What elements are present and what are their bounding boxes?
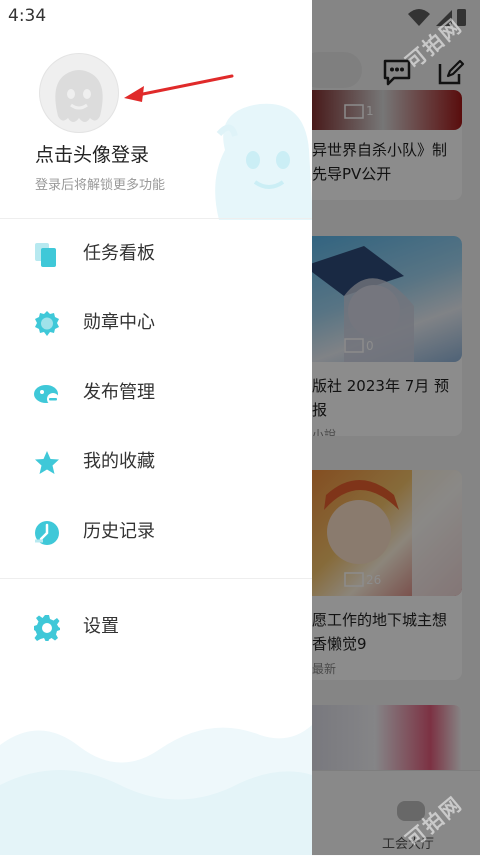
annotation-arrow-icon [124,74,234,102]
medal-icon [35,311,59,336]
menu-item-task-board[interactable]: 任务看板 [0,224,312,284]
menu-item-label: 勋章中心 [83,312,155,333]
star-icon [35,451,59,474]
menu-item-settings[interactable]: 设置 [0,597,312,657]
task-board-icon [35,243,56,267]
publish-icon [34,385,59,405]
menu-item-medal-center[interactable]: 勋章中心 [0,293,312,353]
mascot-decoration-icon [215,103,312,220]
divider [0,218,312,219]
menu-item-label: 任务看板 [83,243,155,264]
divider [0,578,312,579]
wifi-icon [408,9,430,26]
wave-decoration-icon [0,725,312,855]
login-title[interactable]: 点击头像登录 [35,140,149,167]
menu-item-label: 发布管理 [83,382,155,403]
status-time: 4:34 [8,6,47,26]
history-icon [35,521,59,545]
menu-item-my-favorites[interactable]: 我的收藏 [0,432,312,492]
menu-item-label: 历史记录 [83,521,155,542]
avatar[interactable] [40,54,118,132]
menu-item-label: 设置 [83,616,119,637]
gear-icon [34,615,60,641]
navigation-drawer: 点击头像登录 登录后将解锁更多功能 任务看板 勋章中心 发布管理 我的收藏 历史… [0,0,312,855]
menu-item-label: 我的收藏 [83,451,155,472]
menu-item-publish-management[interactable]: 发布管理 [0,363,312,423]
avatar-placeholder-icon [55,70,103,122]
login-subtitle: 登录后将解锁更多功能 [35,178,166,193]
menu-item-history[interactable]: 历史记录 [0,502,312,562]
